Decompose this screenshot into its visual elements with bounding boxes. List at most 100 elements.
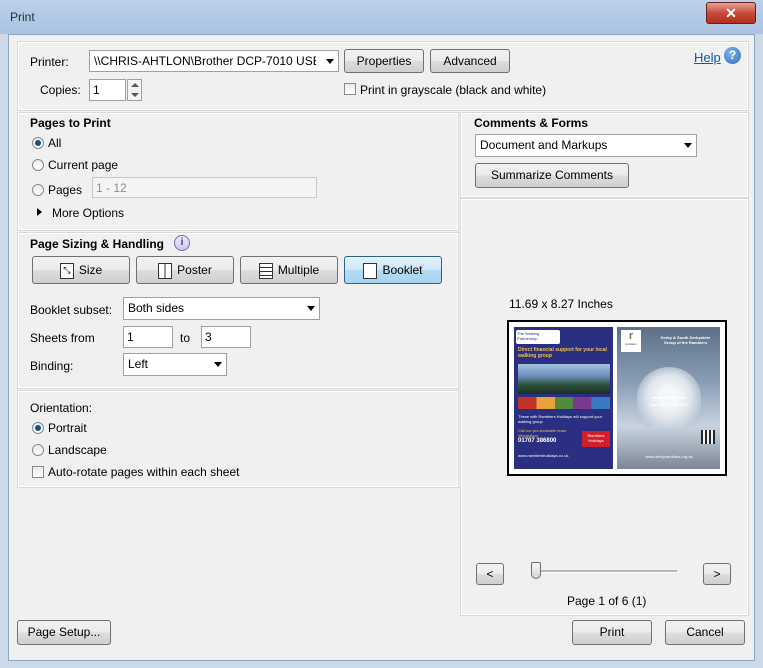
sheets-to-value: 3	[205, 330, 212, 344]
pages-current-label: Current page	[48, 158, 119, 172]
group-line2: Group of the Ramblers	[663, 340, 708, 345]
portrait-radio[interactable]	[32, 422, 44, 434]
comments-heading: Comments & Forms	[474, 116, 589, 130]
left-page: The Walking Partnership Direct financial…	[514, 327, 613, 469]
booklet-icon	[363, 262, 378, 279]
prev-page-button[interactable]: <	[476, 563, 504, 585]
ramblers-logo: r ramblers	[621, 330, 641, 352]
booklet-subset-select[interactable]: Both sides	[123, 297, 320, 320]
advanced-button[interactable]: Advanced	[430, 49, 510, 73]
logo-label: ramblers	[625, 342, 637, 346]
page-preview: The Walking Partnership Direct financial…	[507, 320, 727, 476]
title-bar[interactable]: Print ✕	[0, 0, 763, 34]
tab-booklet[interactable]: Booklet	[344, 256, 442, 284]
multiple-icon	[258, 262, 273, 279]
dialog-body: Printer: \\CHRIS-AHTLON\Brother DCP-7010…	[8, 34, 755, 661]
pages-current-radio[interactable]	[32, 159, 44, 171]
autorotate-label: Auto-rotate pages within each sheet	[48, 465, 240, 479]
summarize-comments-label: Summarize Comments	[490, 168, 614, 182]
tab-size[interactable]: ⤡ Size	[32, 256, 130, 284]
landscape-radio[interactable]	[32, 444, 44, 456]
cancel-button[interactable]: Cancel	[665, 620, 745, 645]
paper-size-label: 11.69 x 8.27 Inches	[509, 297, 613, 311]
print-button[interactable]: Print	[572, 620, 652, 645]
left-phone: 01707 386800	[518, 438, 557, 444]
more-options-link[interactable]: More Options	[52, 206, 124, 220]
chevron-down-icon	[210, 354, 226, 375]
tab-poster[interactable]: Poster	[136, 256, 234, 284]
pages-range-placeholder: 1 - 12	[96, 181, 127, 195]
comments-value: Document and Markups	[480, 138, 608, 152]
pages-all-radio[interactable]	[32, 137, 44, 149]
printer-select[interactable]: \\CHRIS-AHTLON\Brother DCP-7010 USB Prin…	[89, 50, 339, 72]
close-icon: ✕	[725, 5, 737, 21]
properties-button-label: Properties	[356, 54, 412, 68]
pages-all-label: All	[48, 136, 62, 150]
sheets-from-value: 1	[127, 330, 134, 344]
landscape-label: Landscape	[48, 443, 107, 457]
next-page-button[interactable]: >	[703, 563, 731, 585]
copies-stepper[interactable]	[127, 79, 142, 101]
sheets-from-label: Sheets from	[30, 331, 95, 345]
right-url: www.derbyramblers.org.uk	[645, 454, 693, 459]
portrait-label: Portrait	[48, 421, 87, 435]
page-setup-label: Page Setup...	[27, 625, 101, 639]
window-title: Print	[10, 10, 35, 24]
pages-heading: Pages to Print	[30, 116, 111, 130]
left-headline: Direct financial support for your local …	[518, 347, 607, 359]
pages-range-radio[interactable]	[32, 184, 44, 196]
right-page: r ramblers Derby & South Derbyshire Grou…	[617, 327, 720, 469]
page-indicator: Page 1 of 6 (1)	[567, 594, 647, 608]
page-slider-thumb[interactable]	[531, 562, 541, 579]
comments-panel: Comments & Forms Document and Markups Su…	[460, 112, 749, 198]
tab-poster-label: Poster	[177, 263, 212, 277]
page-slider-track[interactable]	[535, 570, 677, 573]
sheets-to-label: to	[180, 331, 191, 345]
sheets-from-input[interactable]: 1	[123, 326, 173, 348]
preview-panel: 11.69 x 8.27 Inches The Walking Partners…	[460, 198, 749, 616]
orientation-heading: Orientation:	[30, 401, 93, 415]
grayscale-label: Print in grayscale (black and white)	[360, 83, 547, 97]
grayscale-checkbox[interactable]	[344, 83, 356, 95]
prev-page-label: <	[486, 567, 494, 581]
booklet-subset-value: Both sides	[128, 301, 185, 315]
help-link[interactable]: Help	[694, 50, 721, 65]
printer-label: Printer:	[30, 55, 69, 69]
properties-button[interactable]: Properties	[344, 49, 424, 73]
summarize-comments-button[interactable]: Summarize Comments	[475, 163, 629, 188]
sheets-to-input[interactable]: 3	[201, 326, 251, 348]
print-dialog: Print ✕ Printer: \\CHRIS-AHTLON\Brother …	[0, 0, 763, 668]
stepper-down-icon[interactable]	[131, 93, 139, 97]
binding-select[interactable]: Left	[123, 353, 227, 376]
advanced-button-label: Advanced	[443, 54, 497, 68]
photo-strip	[518, 397, 610, 409]
stepper-up-icon[interactable]	[131, 83, 139, 87]
left-note: These with Ramblers Holidays will suppor…	[518, 414, 603, 424]
expand-triangle-icon[interactable]	[37, 208, 42, 216]
group-name: Derby & South Derbyshire Group of the Ra…	[653, 335, 718, 345]
tab-booklet-label: Booklet	[382, 263, 423, 277]
binding-label: Binding:	[30, 359, 74, 373]
programme-title: Walks Programme	[651, 395, 687, 400]
copies-value: 1	[93, 83, 100, 97]
pages-range-label: Pages	[48, 183, 83, 197]
page-setup-button[interactable]: Page Setup...	[17, 620, 111, 645]
autorotate-checkbox[interactable]	[32, 466, 44, 478]
pages-range-input[interactable]: 1 - 12	[92, 177, 317, 198]
chevron-down-icon	[322, 51, 338, 71]
cancel-button-label: Cancel	[686, 625, 724, 639]
copies-input[interactable]: 1	[89, 79, 126, 101]
left-url: www.ramblersholidays.co.uk	[518, 453, 569, 458]
copies-label: Copies:	[40, 83, 81, 97]
help-icon[interactable]: ?	[724, 47, 741, 64]
size-icon: ⤡	[59, 262, 74, 279]
close-button[interactable]: ✕	[706, 2, 756, 24]
chevron-down-icon	[680, 135, 696, 156]
info-icon[interactable]: i	[174, 235, 190, 251]
sizing-panel: Page Sizing & Handling i ⤡ Size Poster Mu…	[17, 232, 459, 389]
tab-multiple[interactable]: Multiple	[240, 256, 338, 284]
booklet-subset-label: Booklet subset:	[30, 303, 113, 317]
comments-select[interactable]: Document and Markups	[475, 134, 697, 157]
printer-select-value: \\CHRIS-AHTLON\Brother DCP-7010 USB Prin…	[94, 54, 316, 68]
chevron-down-icon	[303, 298, 319, 319]
